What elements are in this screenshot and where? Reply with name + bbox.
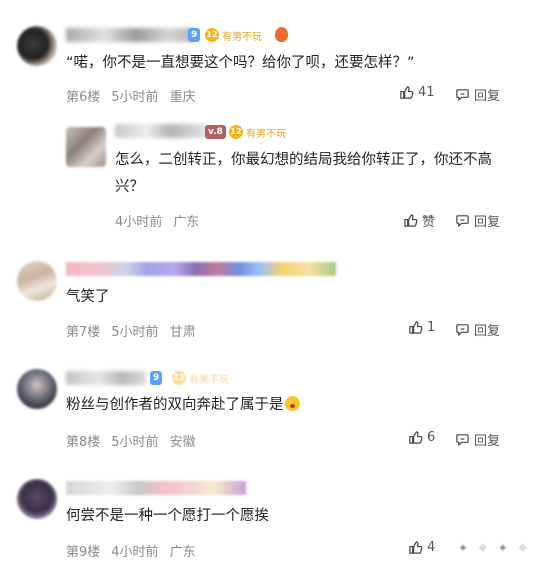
- avatar[interactable]: [17, 479, 57, 519]
- comment-text: 何尝不是一种一个愿打一个愿挨: [66, 508, 269, 524]
- comment-text: 气笑了: [66, 289, 110, 305]
- comment-text-line-1: 怎么，二创转正，你最幻想的结局我给你转正了，你还不高: [115, 152, 492, 168]
- location: 广东: [169, 545, 196, 560]
- thumbs-up-icon: [409, 321, 423, 334]
- thumbs-up-icon: [409, 541, 423, 554]
- username[interactable]: [66, 262, 336, 276]
- reply-comment: v.8 12 有男不玩 怎么，二创转正，你最幻想的结局我给你转正了，你还不高 兴…: [0, 115, 550, 245]
- watermark: ✦ ✧ ✦ ✧: [458, 541, 531, 555]
- comment-meta: 第7楼 5小时前 甘肃: [66, 321, 196, 340]
- thumbs-up-icon: [409, 431, 423, 444]
- floor-label: 第8楼: [66, 435, 101, 450]
- reply-label: 回复: [474, 89, 501, 104]
- reply-label: 回复: [474, 434, 501, 449]
- reply-icon: [456, 434, 469, 446]
- like-button[interactable]: 6: [408, 430, 435, 445]
- floor-label: 第6楼: [66, 90, 101, 105]
- like-label: 赞: [422, 215, 436, 230]
- user-level-badge: 9: [188, 28, 201, 42]
- timestamp: 5小时前: [111, 90, 159, 105]
- username[interactable]: [66, 371, 146, 385]
- avatar[interactable]: [66, 127, 106, 167]
- fan-badge: 12 有男不玩: [205, 27, 262, 43]
- emoji-icon: [284, 396, 300, 411]
- like-button[interactable]: 4: [408, 540, 435, 555]
- floor-label: 第7楼: [66, 325, 101, 340]
- like-count: 41: [418, 85, 435, 100]
- comment-floor-6: 9 12 有男不玩 “喏，你不是一直想要这个吗？给你了呗，还要怎样？” 第6楼 …: [0, 0, 550, 115]
- reply-button[interactable]: 回复: [455, 85, 500, 104]
- reply-button[interactable]: 回复: [455, 430, 500, 449]
- location: 安徽: [169, 435, 196, 450]
- reply-button[interactable]: 回复: [455, 320, 500, 339]
- comment-meta: 第8楼 5小时前 安徽: [66, 431, 196, 450]
- thumbs-up-icon: [404, 214, 418, 227]
- like-button[interactable]: 1: [408, 320, 435, 335]
- like-button[interactable]: 赞: [403, 211, 435, 230]
- like-count: 6: [427, 430, 436, 445]
- fan-badge-label: 有男不玩: [222, 31, 262, 43]
- like-button[interactable]: 41: [399, 85, 435, 100]
- comment-meta: 第9楼 4小时前 广东: [66, 541, 196, 560]
- reply-icon: [456, 89, 469, 101]
- like-count: 4: [427, 540, 436, 555]
- reply-button[interactable]: 回复: [455, 211, 500, 230]
- user-level-badge: v.8: [205, 125, 226, 139]
- comment-floor-7: 气笑了 第7楼 5小时前 甘肃 1 回复: [0, 245, 550, 355]
- avatar[interactable]: [17, 261, 57, 301]
- comment-text: 粉丝与创作者的双向奔赴了属于是: [66, 392, 300, 418]
- fan-badge-level: 12: [172, 371, 186, 385]
- comment-meta: 4小时前 广东: [115, 211, 199, 230]
- flame-icon: [275, 27, 288, 42]
- timestamp: 5小时前: [111, 325, 159, 340]
- fan-badge-level: 12: [205, 28, 219, 42]
- comment-text-body: 粉丝与创作者的双向奔赴了属于是: [66, 397, 284, 413]
- reply-label: 回复: [474, 324, 501, 339]
- username[interactable]: [66, 481, 246, 495]
- fan-badge-level: 12: [229, 125, 243, 139]
- timestamp: 5小时前: [111, 435, 159, 450]
- reply-icon: [456, 215, 469, 227]
- reply-icon: [456, 324, 469, 336]
- comment-text-line-2: 兴？: [115, 179, 144, 195]
- avatar[interactable]: [17, 369, 57, 409]
- floor-label: 第9楼: [66, 545, 101, 560]
- timestamp: 4小时前: [115, 215, 163, 230]
- thumbs-up-icon: [400, 86, 414, 99]
- fan-badge-label: 有男不玩: [189, 374, 229, 386]
- like-count: 1: [427, 320, 436, 335]
- user-level-badge: 9: [150, 371, 163, 385]
- location: 甘肃: [169, 325, 196, 340]
- username[interactable]: [66, 28, 194, 42]
- fan-badge: 12 有男不玩: [172, 370, 229, 386]
- timestamp: 4小时前: [111, 545, 159, 560]
- fan-badge-label: 有男不玩: [246, 128, 286, 140]
- reply-label: 回复: [474, 215, 501, 230]
- username[interactable]: [115, 124, 207, 138]
- avatar[interactable]: [17, 26, 57, 66]
- fan-badge: 12 有男不玩: [229, 124, 286, 140]
- location: 重庆: [169, 90, 196, 105]
- location: 广东: [173, 215, 200, 230]
- comment-text: “喏，你不是一直想要这个吗？给你了呗，还要怎样？”: [66, 55, 415, 71]
- comment-floor-9: 何尝不是一种一个愿打一个愿挨 第9楼 4小时前 广东 4 ✦ ✧ ✦ ✧: [0, 465, 550, 571]
- comment-floor-8: 9 12 有男不玩 粉丝与创作者的双向奔赴了属于是 第8楼 5小时前 安徽 6 …: [0, 355, 550, 465]
- comment-meta: 第6楼 5小时前 重庆: [66, 86, 196, 105]
